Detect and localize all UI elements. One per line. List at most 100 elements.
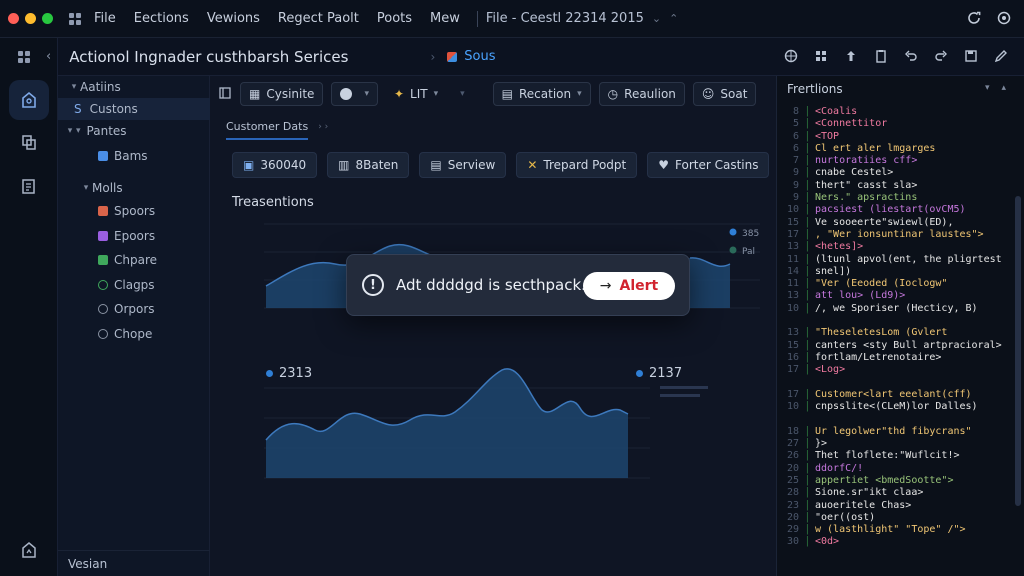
globe-icon[interactable]	[784, 49, 798, 63]
line-number: 5	[792, 118, 799, 130]
alert-button[interactable]: → Alert	[583, 272, 675, 300]
close-window-button[interactable]	[8, 13, 19, 24]
code-line: 11 ▏ "Ver (Eeoded (Ioclogw"	[777, 278, 1017, 290]
line-number: 8	[792, 106, 799, 117]
extensions-icon[interactable]	[814, 49, 828, 63]
tree-item-chpare[interactable]: Chpare	[58, 249, 210, 271]
code-line	[777, 377, 1017, 389]
activity-account-button[interactable]	[9, 530, 49, 570]
redo-icon[interactable]	[934, 49, 948, 63]
gutter-marker: ▏	[807, 204, 814, 216]
window-controls	[8, 13, 53, 24]
action-label: Serview	[447, 158, 496, 172]
clipboard-icon[interactable]	[874, 49, 888, 63]
code-text: pacsiest (liestart(ovCM5)	[815, 204, 966, 216]
reaulion-button[interactable]: ◷ Reaulion	[598, 82, 685, 106]
gear-icon	[98, 329, 108, 339]
tree-item-spoors[interactable]: Spoors	[58, 200, 210, 222]
line-number: 9	[792, 179, 799, 191]
title-bar-actions	[966, 10, 1012, 26]
tab-sous[interactable]: Sous	[447, 49, 495, 64]
legend-dot-385	[729, 228, 737, 236]
code-text: cnpsslite<(CLeM)lor Dalles)	[815, 401, 978, 413]
line-number: 10	[786, 302, 799, 314]
forward-arrow-icon[interactable]: ›	[430, 50, 435, 64]
upload-icon[interactable]	[844, 49, 858, 63]
tree-label: Epoors	[114, 229, 156, 243]
tree-item-custons[interactable]: S Custons	[58, 98, 210, 120]
menu-mew[interactable]: Mew	[421, 11, 469, 26]
soat-button[interactable]: ☺ Soat	[692, 82, 757, 106]
info-dropdown[interactable]: ▾	[331, 82, 378, 106]
lit-dropdown[interactable]: ✦ LIT ▾	[386, 82, 446, 106]
settings-gear-icon[interactable]	[996, 10, 1012, 26]
gutter-marker: ▏	[807, 511, 814, 523]
recation-dropdown[interactable]: ▤ Recation ▾	[492, 82, 591, 106]
menu-vewions[interactable]: Vewions	[198, 11, 269, 26]
code-scrollbar[interactable]	[1015, 196, 1021, 506]
section-title: Treasentions	[232, 195, 314, 210]
tree-item-orpors[interactable]: Orpors	[58, 298, 210, 320]
code-text: , "Wer ionsuntinar laustes">	[815, 228, 984, 240]
activity-home-button[interactable]	[9, 80, 49, 120]
code-text: <0d>	[815, 536, 840, 548]
code-text: "TheseletesLom (Gvlert	[815, 327, 948, 339]
activity-document-button[interactable]	[9, 166, 49, 206]
tree-item-epoors[interactable]: Epoors	[58, 225, 210, 247]
tree-item-chope[interactable]: Chope	[58, 323, 210, 345]
sidebar-footer[interactable]: Vesian	[58, 550, 210, 576]
tree-item-bams[interactable]: Bams	[58, 145, 210, 167]
minimize-window-button[interactable]	[25, 13, 36, 24]
activity-copy-button[interactable]	[9, 122, 49, 162]
legend-label-385: 385	[742, 229, 759, 239]
action-360040[interactable]: ▣ 360040	[232, 152, 318, 178]
tree-group-pantes[interactable]: ▾ ▾ Pantes	[58, 120, 210, 142]
line-number: 18	[786, 425, 799, 437]
back-arrow-icon[interactable]: ‹	[46, 49, 51, 64]
chevron-right-icon[interactable]: › ›	[318, 122, 328, 132]
tree-item-clagps[interactable]: Clagps	[58, 274, 210, 296]
zoom-window-button[interactable]	[42, 13, 53, 24]
code-line: 11 ▏ (ltunl apvol(ent, the pligrtest	[777, 254, 1017, 266]
tree-group-molls[interactable]: ▾ Molls	[58, 177, 210, 199]
gutter-marker: ▏	[807, 474, 814, 486]
menu-eections[interactable]: Eections	[125, 11, 198, 26]
bottom-area-chart	[264, 368, 708, 479]
chevron-down-icon[interactable]: ▾	[985, 83, 990, 93]
editor-toolbar-icons	[784, 49, 1008, 63]
action-trepard-podpt[interactable]: ✕ Trepard Podpt	[516, 152, 638, 178]
gutter-marker: ▏	[807, 351, 814, 363]
chevron-up-icon[interactable]: ⌃	[669, 12, 678, 25]
list-icon[interactable]	[218, 86, 232, 103]
code-line: 18 ▏ Ur legolwer"thd fibycrans"	[777, 426, 1017, 438]
code-line: 13 ▏ "TheseletesLom (Gvlert	[777, 327, 1017, 339]
tab-customer-dats[interactable]: Customer Dats	[226, 120, 308, 133]
gutter-marker: ▏	[807, 536, 814, 548]
code-line: 17 ▏ Customer<lart eeelant(cff)	[777, 389, 1017, 401]
chevron-down-icon: ▾	[364, 89, 369, 99]
action-8baten[interactable]: ▥ 8Baten	[327, 152, 410, 178]
action-serview[interactable]: ▤ Serview	[419, 152, 507, 178]
layout-grid-icon[interactable]	[18, 50, 30, 63]
chevron-down-icon[interactable]: ⌄	[652, 12, 661, 25]
cysinite-button[interactable]: ▦ Cysinite	[240, 82, 324, 106]
save-icon[interactable]	[964, 49, 978, 63]
code-text: /, we Sporiser (Hecticy, B)	[815, 302, 978, 314]
code-line: 6 ▏ <TOP	[777, 131, 1017, 143]
edit-pencil-icon[interactable]	[994, 49, 1008, 63]
apps-grid-icon[interactable]	[69, 12, 81, 25]
chevron-down-icon[interactable]: ▾	[460, 89, 465, 99]
calendar-icon: ▤	[501, 87, 513, 101]
code-line: 15 ▏ canters <sty Bull artpracioral>	[777, 340, 1017, 352]
refresh-icon[interactable]	[966, 10, 982, 26]
undo-icon[interactable]	[904, 49, 918, 63]
menu-poots[interactable]: Poots	[368, 11, 421, 26]
gutter-marker: ▏	[807, 438, 814, 450]
tree-group-aatiins[interactable]: ▾ Aatiins	[58, 76, 210, 98]
action-forter-castins[interactable]: ♥ Forter Castins	[647, 152, 770, 178]
tree-label: Spoors	[114, 204, 156, 218]
menu-regect-paolt[interactable]: Regect Paolt	[269, 11, 368, 26]
chevron-up-icon[interactable]: ▴	[1001, 83, 1006, 93]
code-editor[interactable]: 8 ▏ <Coalis 5 ▏ <Connettitor 6 ▏ <TOP 6 ▏ Cl ert al…	[777, 106, 1017, 549]
menu-file[interactable]: File	[85, 11, 125, 26]
